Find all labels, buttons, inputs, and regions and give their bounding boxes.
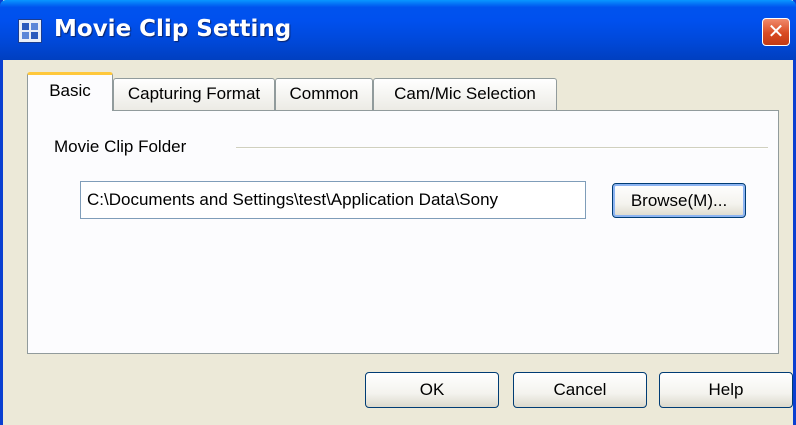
tab-capturing-format[interactable]: Capturing Format	[113, 78, 275, 110]
app-icon	[18, 19, 42, 43]
group-divider	[236, 147, 768, 149]
tab-cam-mic-selection[interactable]: Cam/Mic Selection	[373, 78, 557, 110]
tab-label: Common	[289, 84, 359, 103]
tab-label: Cam/Mic Selection	[394, 84, 536, 103]
tab-label: Basic	[49, 81, 91, 100]
cancel-button[interactable]: Cancel	[513, 372, 647, 408]
close-icon: ✕	[767, 19, 785, 43]
ok-button[interactable]: OK	[365, 372, 499, 408]
group-label-movie-clip-folder: Movie Clip Folder	[54, 137, 187, 156]
browse-button[interactable]: Browse(M)...	[612, 183, 746, 218]
window-title: Movie Clip Setting	[54, 16, 292, 42]
help-button[interactable]: Help	[659, 372, 793, 408]
folder-path-field[interactable]: C:\Documents and Settings\test\Applicati…	[80, 181, 586, 219]
tab-basic[interactable]: Basic	[27, 72, 113, 111]
title-bar[interactable]: Movie Clip Setting ✕	[0, 0, 796, 60]
dialog-window: Movie Clip Setting ✕ Basic Capturing For…	[0, 0, 796, 425]
close-button[interactable]: ✕	[762, 18, 790, 46]
tab-panel-basic: Movie Clip Folder C:\Documents and Setti…	[27, 110, 779, 354]
tab-label: Capturing Format	[127, 84, 261, 103]
tab-common[interactable]: Common	[275, 78, 373, 110]
